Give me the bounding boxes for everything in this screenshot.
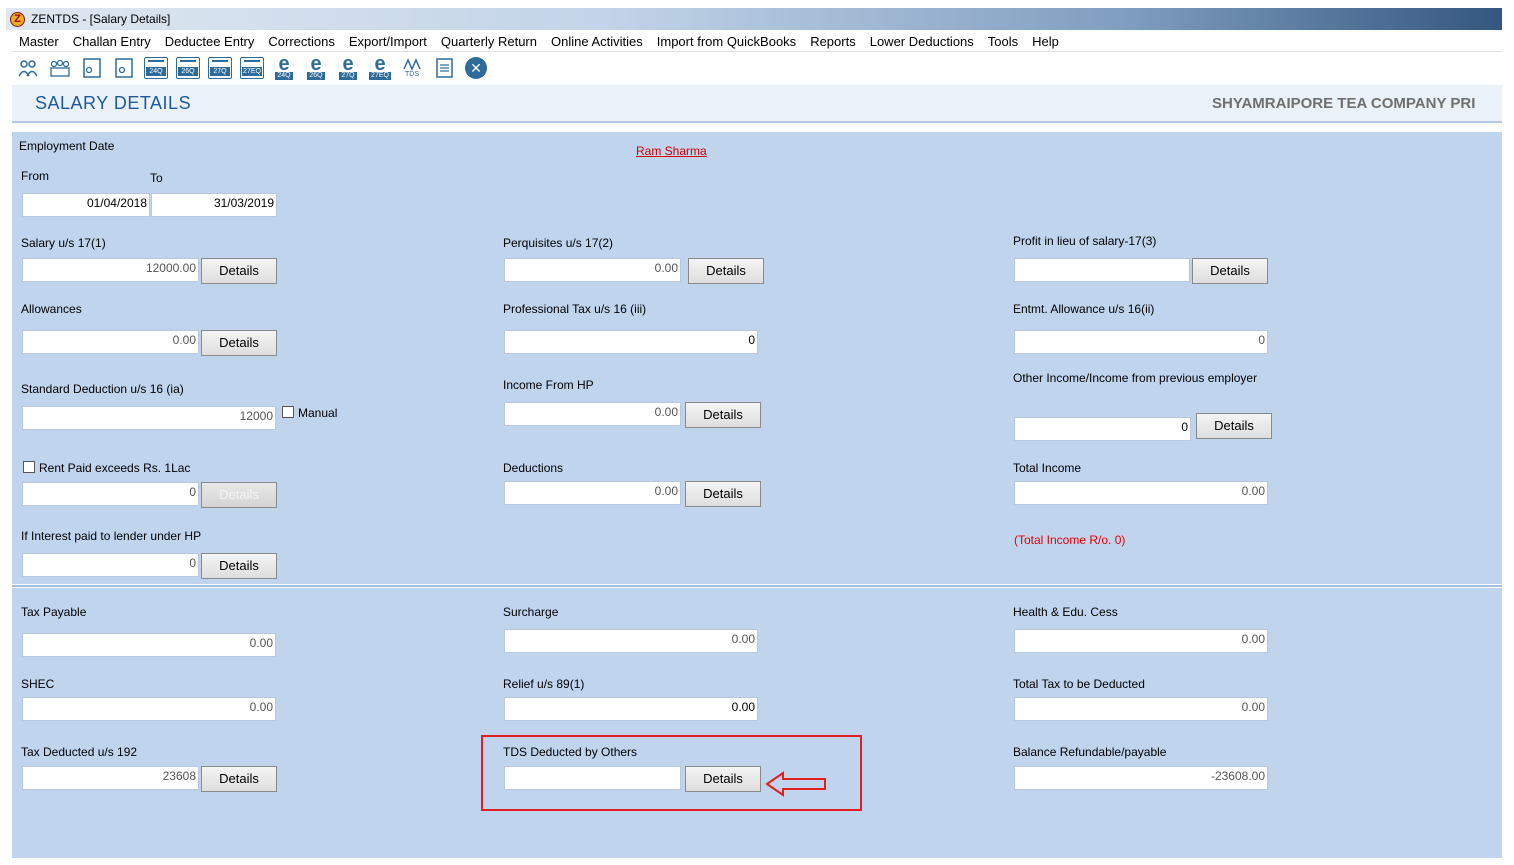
window-title: ZENTDS - [Salary Details]: [31, 12, 171, 26]
company-name: SHYAMRAIPORE TEA COMPANY PRI: [1212, 95, 1476, 112]
standard-deduction-field[interactable]: 12000: [22, 406, 276, 430]
total-income-label: Total Income: [1013, 461, 1082, 475]
other-income-field[interactable]: 0: [1014, 417, 1191, 441]
close-icon[interactable]: ✕: [464, 56, 488, 80]
allowances-field[interactable]: 0.00: [22, 330, 199, 354]
employee-name-link[interactable]: Ram Sharma: [636, 144, 707, 158]
balance-field[interactable]: -23608.00: [1014, 766, 1268, 790]
employee-form-icon[interactable]: [112, 56, 136, 80]
rent-exceeds-checkbox[interactable]: [23, 461, 35, 473]
surcharge-field[interactable]: 0.00: [504, 629, 758, 653]
rent-exceeds-label: Rent Paid exceeds Rs. 1Lac: [39, 461, 191, 475]
interest-hp-field[interactable]: 0: [22, 553, 199, 577]
surcharge-label: Surcharge: [503, 605, 559, 619]
manual-label: Manual: [298, 406, 338, 420]
interest-hp-details-button[interactable]: Details: [201, 553, 277, 579]
income-hp-field[interactable]: 0.00: [504, 402, 681, 426]
e-filing-27eq-icon[interactable]: e 27EQ: [368, 54, 392, 80]
salary-field[interactable]: 12000.00: [22, 258, 199, 282]
menu-deductee-entry[interactable]: Deductee Entry: [158, 34, 262, 49]
to-label: To: [150, 171, 163, 185]
menu-tools[interactable]: Tools: [981, 34, 1025, 49]
salary-details-button[interactable]: Details: [201, 258, 277, 284]
cess-field[interactable]: 0.00: [1014, 629, 1268, 653]
balance-label: Balance Refundable/payable: [1013, 745, 1167, 759]
form-24q-icon[interactable]: 24Q: [144, 56, 168, 80]
profit-label: Profit in lieu of salary-17(3): [1013, 234, 1157, 248]
app-logo-icon: Z: [10, 11, 25, 27]
menu-bar: Master Challan Entry Deductee Entry Corr…: [12, 32, 1502, 52]
total-income-field[interactable]: 0.00: [1014, 481, 1268, 505]
entmt-allowance-field[interactable]: 0: [1014, 330, 1268, 354]
form-27eq-icon[interactable]: 27EQ: [240, 56, 264, 80]
from-date-field[interactable]: 01/04/2018: [22, 193, 150, 217]
rent-details-button[interactable]: Details: [201, 482, 277, 508]
tax-payable-field[interactable]: 0.00: [22, 633, 276, 657]
perquisites-details-button[interactable]: Details: [688, 258, 764, 284]
deductee-form-icon[interactable]: [80, 56, 104, 80]
employment-date-label: Employment Date: [19, 139, 115, 153]
total-tax-field[interactable]: 0.00: [1014, 697, 1268, 721]
interest-hp-label: If Interest paid to lender under HP: [21, 529, 202, 543]
window-titlebar: Z ZENTDS - [Salary Details]: [6, 8, 1502, 30]
group-icon[interactable]: [48, 56, 72, 80]
menu-lower-deductions[interactable]: Lower Deductions: [863, 34, 981, 49]
deductions-label: Deductions: [503, 461, 564, 475]
menu-reports[interactable]: Reports: [803, 34, 863, 49]
shec-field[interactable]: 0.00: [22, 697, 276, 721]
allowances-details-button[interactable]: Details: [201, 330, 277, 356]
total-tax-label: Total Tax to be Deducted: [1013, 677, 1145, 691]
profit-details-button[interactable]: Details: [1192, 258, 1268, 284]
left-arrow-icon: [765, 771, 826, 797]
deductions-field[interactable]: 0.00: [504, 481, 681, 505]
form-26q-icon[interactable]: 26Q: [176, 56, 200, 80]
other-income-details-button[interactable]: Details: [1196, 413, 1272, 439]
section-divider: [12, 585, 1502, 587]
menu-corrections[interactable]: Corrections: [261, 34, 341, 49]
perquisites-label: Perquisites u/s 17(2): [503, 236, 614, 250]
menu-import-quickbooks[interactable]: Import from QuickBooks: [650, 34, 803, 49]
cess-label: Health & Edu. Cess: [1013, 605, 1118, 619]
tax-192-field[interactable]: 23608: [22, 766, 199, 790]
e-filing-24q-icon[interactable]: e 24Q: [272, 54, 296, 80]
page-title: SALARY DETAILS: [35, 93, 192, 113]
document-icon[interactable]: [432, 56, 456, 80]
other-income-label: Other Income/Income from previous employ…: [1013, 371, 1258, 385]
e-filing-26q-icon[interactable]: e 26Q: [304, 54, 328, 80]
income-hp-label: Income From HP: [503, 378, 594, 392]
professional-tax-label: Professional Tax u/s 16 (iii): [503, 302, 647, 316]
manual-checkbox[interactable]: [282, 406, 294, 418]
tax-payable-label: Tax Payable: [21, 605, 87, 619]
rent-field[interactable]: 0: [22, 482, 199, 506]
menu-master[interactable]: Master: [12, 34, 66, 49]
form-27q-icon[interactable]: 27Q: [208, 56, 232, 80]
toolbar: 24Q 26Q 27Q 27EQ e 24Q e 26Q e 27Q e 27EQ TD…: [12, 53, 1502, 83]
tds-icon[interactable]: TDS: [400, 56, 424, 80]
users-icon[interactable]: [16, 56, 40, 80]
deductions-details-button[interactable]: Details: [685, 481, 761, 507]
shec-label: SHEC: [21, 677, 55, 691]
menu-online-activities[interactable]: Online Activities: [544, 34, 650, 49]
from-label: From: [21, 169, 49, 183]
relief-label: Relief u/s 89(1): [503, 677, 585, 691]
menu-help[interactable]: Help: [1025, 34, 1066, 49]
relief-field[interactable]: 0.00: [504, 697, 758, 721]
tax-192-label: Tax Deducted u/s 192: [21, 745, 138, 759]
perquisites-field[interactable]: 0.00: [504, 258, 681, 282]
to-date-field[interactable]: 31/03/2019: [151, 193, 277, 217]
professional-tax-field[interactable]: 0: [504, 330, 758, 354]
menu-quarterly-return[interactable]: Quarterly Return: [434, 34, 544, 49]
standard-deduction-label: Standard Deduction u/s 16 (ia): [21, 382, 184, 396]
entmt-allowance-label: Entmt. Allowance u/s 16(ii): [1013, 302, 1155, 316]
total-income-note: (Total Income R/o. 0): [1014, 533, 1126, 547]
page-header: SALARY DETAILS SHYAMRAIPORE TEA COMPANY …: [12, 85, 1502, 123]
e-filing-27q-icon[interactable]: e 27Q: [336, 54, 360, 80]
allowances-label: Allowances: [21, 302, 82, 316]
menu-challan-entry[interactable]: Challan Entry: [66, 34, 158, 49]
profit-field[interactable]: [1014, 258, 1190, 282]
tax-192-details-button[interactable]: Details: [201, 766, 277, 792]
income-hp-details-button[interactable]: Details: [685, 402, 761, 428]
menu-export-import[interactable]: Export/Import: [342, 34, 434, 49]
salary-label: Salary u/s 17(1): [21, 236, 106, 250]
